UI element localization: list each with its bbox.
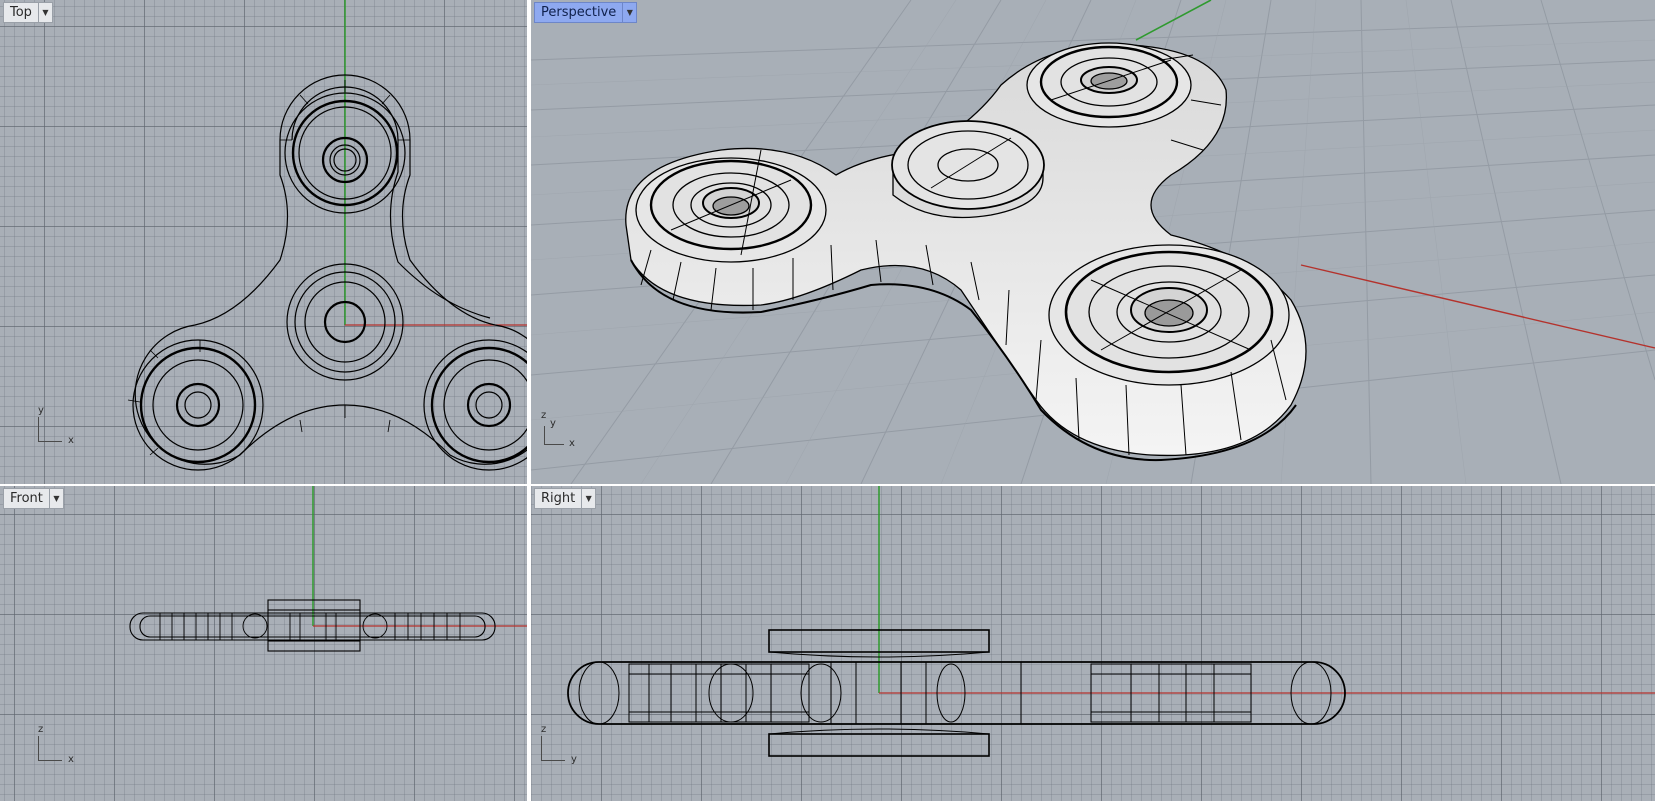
axis-label-y: y — [571, 754, 577, 765]
x-axis-line — [1300, 264, 1655, 349]
viewport-divider-horizontal[interactable] — [0, 484, 1655, 486]
perspective-view-drawing — [531, 0, 1655, 484]
front-view-drawing — [129, 486, 527, 652]
top-view-drawing — [127, 0, 527, 471]
viewport-perspective[interactable]: Perspective ▼ z y x — [531, 0, 1655, 484]
axis-label-x: x — [68, 435, 74, 446]
triangle-down-icon[interactable]: ▼ — [581, 489, 595, 508]
axis-label-z: z — [541, 724, 547, 735]
viewport-divider-vertical[interactable] — [527, 0, 531, 801]
axis-label-x: x — [569, 438, 575, 449]
axis-label-y: y — [38, 405, 44, 416]
triangle-down-icon[interactable]: ▼ — [37, 3, 52, 22]
spinner-top-wire — [127, 74, 527, 471]
axis-label-z: z — [38, 724, 44, 735]
viewport-top[interactable]: Top ▼ y x — [0, 0, 527, 484]
viewport-top-title: Top — [10, 5, 32, 20]
viewport-perspective-tab[interactable]: Perspective ▼ — [534, 2, 638, 23]
right-view-drawing — [567, 486, 1655, 757]
y-axis-line — [1135, 0, 1212, 41]
viewport-front[interactable]: Front ▼ z x — [0, 486, 527, 801]
axis-label-z: z — [541, 410, 547, 421]
viewport-right[interactable]: Right ▼ z y — [531, 486, 1655, 801]
triangle-down-icon[interactable]: ▼ — [622, 3, 636, 22]
viewport-right-tab[interactable]: Right ▼ — [534, 488, 597, 509]
rhino-workspace: Top ▼ y x Perspective ▼ z y x Front ▼ z … — [0, 0, 1655, 801]
viewport-perspective-title: Perspective — [541, 5, 617, 20]
spinner-3d-model — [625, 42, 1307, 462]
viewport-front-title: Front — [10, 491, 43, 506]
viewport-right-title: Right — [541, 491, 576, 506]
triangle-down-icon[interactable]: ▼ — [48, 489, 63, 508]
axis-label-y: y — [550, 418, 556, 429]
axis-label-x: x — [68, 754, 74, 765]
viewport-front-tab[interactable]: Front ▼ — [3, 488, 64, 509]
viewport-top-tab[interactable]: Top ▼ — [3, 2, 53, 23]
